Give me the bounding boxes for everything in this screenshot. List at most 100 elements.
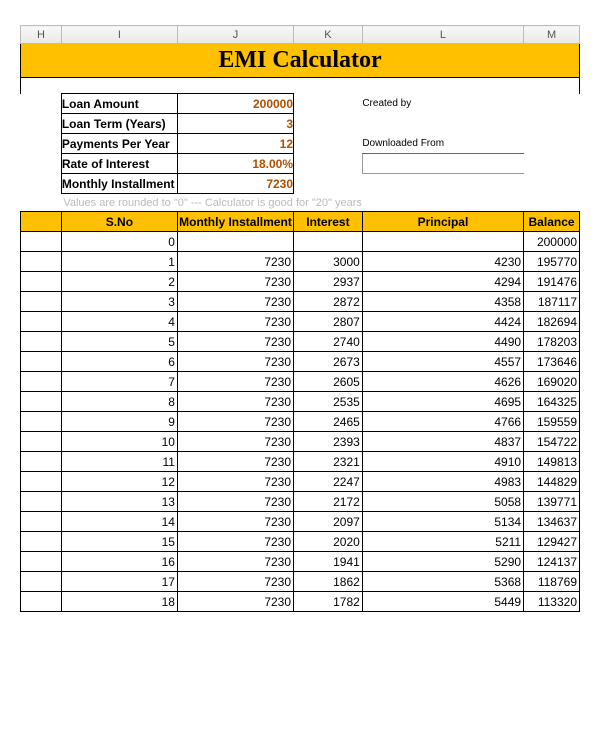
cell-sno[interactable]: 9 xyxy=(61,412,177,432)
cell-interest[interactable]: 2937 xyxy=(294,272,363,292)
cell-installment[interactable]: 7230 xyxy=(177,332,293,352)
cell-installment[interactable]: 7230 xyxy=(177,432,293,452)
cell-installment[interactable]: 7230 xyxy=(177,312,293,332)
cell-balance[interactable]: 159559 xyxy=(524,412,580,432)
cell-installment[interactable]: 7230 xyxy=(177,272,293,292)
cell-interest[interactable]: 2673 xyxy=(294,352,363,372)
table-row[interactable]: 1723030004230195770 xyxy=(21,252,580,272)
table-row[interactable]: 11723023214910149813 xyxy=(21,452,580,472)
table-row[interactable]: 18723017825449113320 xyxy=(21,592,580,612)
cell-interest[interactable]: 2321 xyxy=(294,452,363,472)
cell-sno[interactable]: 18 xyxy=(61,592,177,612)
col-header-I[interactable]: I xyxy=(61,26,177,44)
cell-principal[interactable]: 4837 xyxy=(362,432,523,452)
cell-installment[interactable]: 7230 xyxy=(177,492,293,512)
col-header-L[interactable]: L xyxy=(362,26,523,44)
cell-balance[interactable]: 200000 xyxy=(524,232,580,252)
cell-balance[interactable]: 139771 xyxy=(524,492,580,512)
column-header-row[interactable]: H I J K L M xyxy=(21,26,580,44)
cell-principal[interactable]: 4424 xyxy=(362,312,523,332)
cell-sno[interactable]: 17 xyxy=(61,572,177,592)
cell-balance[interactable]: 149813 xyxy=(524,452,580,472)
cell-balance[interactable]: 195770 xyxy=(524,252,580,272)
payments-per-year-value[interactable]: 12 xyxy=(177,134,293,154)
table-row[interactable]: 3723028724358187117 xyxy=(21,292,580,312)
table-row[interactable]: 8723025354695164325 xyxy=(21,392,580,412)
cell-balance[interactable]: 118769 xyxy=(524,572,580,592)
table-row[interactable]: 10723023934837154722 xyxy=(21,432,580,452)
cell-installment[interactable]: 7230 xyxy=(177,572,293,592)
cell-interest[interactable]: 2020 xyxy=(294,532,363,552)
cell-interest[interactable]: 1782 xyxy=(294,592,363,612)
cell-balance[interactable]: 129427 xyxy=(524,532,580,552)
table-row[interactable]: 17723018625368118769 xyxy=(21,572,580,592)
col-header-M[interactable]: M xyxy=(524,26,580,44)
cell-balance[interactable]: 187117 xyxy=(524,292,580,312)
table-row[interactable]: 5723027404490178203 xyxy=(21,332,580,352)
cell-balance[interactable]: 178203 xyxy=(524,332,580,352)
cell-installment[interactable]: 7230 xyxy=(177,292,293,312)
cell-principal[interactable]: 5290 xyxy=(362,552,523,572)
col-header-H[interactable]: H xyxy=(21,26,62,44)
cell-interest[interactable]: 2740 xyxy=(294,332,363,352)
cell-principal[interactable]: 4230 xyxy=(362,252,523,272)
cell-sno[interactable]: 8 xyxy=(61,392,177,412)
cell-interest[interactable]: 2097 xyxy=(294,512,363,532)
cell-sno[interactable]: 10 xyxy=(61,432,177,452)
cell-principal[interactable]: 4766 xyxy=(362,412,523,432)
table-row[interactable]: 9723024654766159559 xyxy=(21,412,580,432)
table-row[interactable]: 13723021725058139771 xyxy=(21,492,580,512)
cell-principal[interactable]: 4983 xyxy=(362,472,523,492)
table-row[interactable]: 6723026734557173646 xyxy=(21,352,580,372)
cell-sno[interactable]: 11 xyxy=(61,452,177,472)
table-row[interactable]: 4723028074424182694 xyxy=(21,312,580,332)
cell-interest[interactable]: 2535 xyxy=(294,392,363,412)
cell-principal[interactable]: 4294 xyxy=(362,272,523,292)
cell-sno[interactable]: 0 xyxy=(61,232,177,252)
cell-installment[interactable]: 7230 xyxy=(177,252,293,272)
table-row[interactable]: 12723022474983144829 xyxy=(21,472,580,492)
cell-installment[interactable]: 7230 xyxy=(177,372,293,392)
table-row[interactable]: 16723019415290124137 xyxy=(21,552,580,572)
cell-installment[interactable]: 7230 xyxy=(177,512,293,532)
cell-principal[interactable]: 5134 xyxy=(362,512,523,532)
table-row[interactable]: 14723020975134134637 xyxy=(21,512,580,532)
cell-sno[interactable]: 1 xyxy=(61,252,177,272)
cell-sno[interactable]: 15 xyxy=(61,532,177,552)
cell-principal[interactable] xyxy=(362,232,523,252)
cell-interest[interactable]: 2465 xyxy=(294,412,363,432)
cell-interest[interactable]: 2172 xyxy=(294,492,363,512)
cell-principal[interactable]: 4910 xyxy=(362,452,523,472)
rate-value[interactable]: 18.00% xyxy=(177,154,293,174)
cell-principal[interactable]: 4557 xyxy=(362,352,523,372)
cell-principal[interactable]: 5211 xyxy=(362,532,523,552)
cell-installment[interactable]: 7230 xyxy=(177,472,293,492)
cell-sno[interactable]: 5 xyxy=(61,332,177,352)
cell-balance[interactable]: 169020 xyxy=(524,372,580,392)
cell-sno[interactable]: 7 xyxy=(61,372,177,392)
cell-principal[interactable]: 4626 xyxy=(362,372,523,392)
cell-installment[interactable]: 7230 xyxy=(177,392,293,412)
cell-sno[interactable]: 14 xyxy=(61,512,177,532)
col-header-J[interactable]: J xyxy=(177,26,293,44)
cell-interest[interactable]: 1862 xyxy=(294,572,363,592)
table-row[interactable]: 0 200000 xyxy=(21,232,580,252)
cell-interest[interactable]: 2605 xyxy=(294,372,363,392)
loan-term-value[interactable]: 3 xyxy=(177,114,293,134)
spreadsheet[interactable]: H I J K L M EMI Calculator Loan Amount 2… xyxy=(20,25,580,612)
cell-balance[interactable]: 154722 xyxy=(524,432,580,452)
cell-sno[interactable]: 16 xyxy=(61,552,177,572)
cell-interest[interactable]: 2393 xyxy=(294,432,363,452)
cell-interest[interactable]: 2807 xyxy=(294,312,363,332)
cell-installment[interactable]: 7230 xyxy=(177,412,293,432)
table-row[interactable]: 2723029374294191476 xyxy=(21,272,580,292)
cell-installment[interactable]: 7230 xyxy=(177,352,293,372)
cell-balance[interactable]: 173646 xyxy=(524,352,580,372)
table-row[interactable]: 15723020205211129427 xyxy=(21,532,580,552)
cell-principal[interactable]: 4695 xyxy=(362,392,523,412)
cell-interest[interactable]: 3000 xyxy=(294,252,363,272)
cell-balance[interactable]: 134637 xyxy=(524,512,580,532)
cell-interest[interactable]: 2872 xyxy=(294,292,363,312)
cell-principal[interactable]: 5058 xyxy=(362,492,523,512)
cell-interest[interactable] xyxy=(294,232,363,252)
